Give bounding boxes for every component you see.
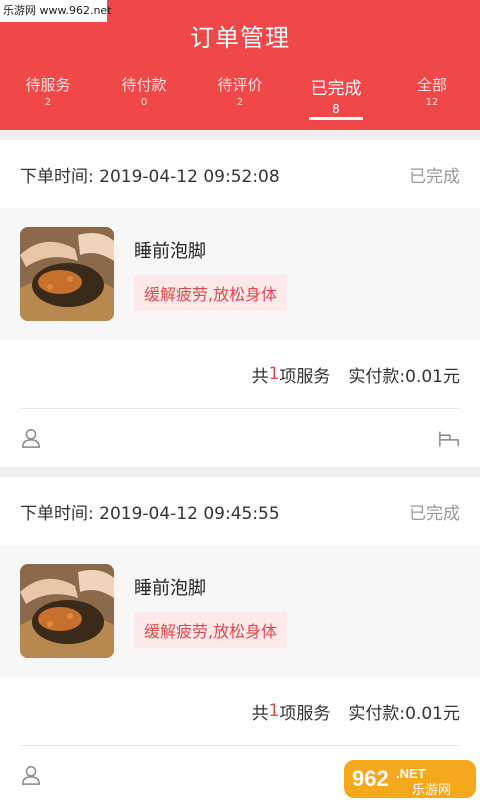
svg-text:.NET: .NET xyxy=(396,766,426,781)
bed-icon[interactable] xyxy=(438,427,460,449)
order-time-label: 下单时间: xyxy=(20,503,94,524)
service-thumbnail xyxy=(20,227,114,321)
tab-count: 2 xyxy=(44,97,52,108)
service-count: 1 xyxy=(268,364,280,384)
tab-label: 全部 xyxy=(416,76,447,94)
order-card[interactable]: 下单时间: 2019-04-12 09:45:55 已完成 睡前泡脚 缓解疲劳,… xyxy=(0,477,480,804)
user-icon[interactable] xyxy=(20,427,42,449)
order-summary: 共 1 项服务 实付款: 0.01元 xyxy=(20,677,460,746)
watermark-logo: 962 .NET 乐游网 xyxy=(344,760,476,798)
pay-amount: 0.01元 xyxy=(405,703,460,724)
service-name: 睡前泡脚 xyxy=(134,578,206,599)
order-time-label: 下单时间: xyxy=(20,166,94,187)
summary-prefix: 共 xyxy=(251,366,269,387)
tab-pending-payment[interactable]: 待付款 0 xyxy=(96,74,192,126)
service-tag: 缓解疲劳,放松身体 xyxy=(134,612,288,648)
tab-count: 0 xyxy=(140,97,148,108)
pay-label: 实付款: xyxy=(348,366,406,387)
svg-text:乐游网: 乐游网 xyxy=(412,783,451,798)
service-count: 1 xyxy=(268,701,280,721)
tab-pending-review[interactable]: 待评价 2 xyxy=(192,74,288,126)
user-icon[interactable] xyxy=(20,764,42,786)
page-title: 订单管理 xyxy=(190,24,290,52)
order-time: 下单时间: 2019-04-12 09:45:55 xyxy=(20,499,280,524)
order-time: 下单时间: 2019-04-12 09:52:08 xyxy=(20,162,280,187)
summary-suffix: 项服务 xyxy=(279,703,331,724)
order-time-value: 2019-04-12 09:45:55 xyxy=(99,503,280,524)
watermark: 乐游网 www.962.net xyxy=(0,0,112,22)
order-tabs: 待服务 2 待付款 0 待评价 2 已完成 8 全部 12 xyxy=(0,74,480,126)
tab-all[interactable]: 全部 12 xyxy=(384,74,480,126)
pay-amount: 0.01元 xyxy=(405,366,460,387)
order-header: 下单时间: 2019-04-12 09:52:08 已完成 xyxy=(0,140,480,208)
order-header: 下单时间: 2019-04-12 09:45:55 已完成 xyxy=(0,477,480,545)
tab-label: 待评价 xyxy=(217,76,263,94)
order-actions xyxy=(0,409,480,467)
summary-suffix: 项服务 xyxy=(279,366,331,387)
tab-count: 8 xyxy=(332,102,340,116)
pay-label: 实付款: xyxy=(348,703,406,724)
tab-label: 待付款 xyxy=(121,76,167,94)
active-tab-indicator xyxy=(309,117,363,120)
tab-pending-service[interactable]: 待服务 2 xyxy=(0,74,96,126)
svg-text:962: 962 xyxy=(352,766,389,791)
order-time-value: 2019-04-12 09:52:08 xyxy=(99,166,280,187)
order-summary: 共 1 项服务 实付款: 0.01元 xyxy=(20,340,460,409)
service-tag: 缓解疲劳,放松身体 xyxy=(134,275,288,311)
service-name: 睡前泡脚 xyxy=(134,241,206,262)
tab-count: 2 xyxy=(236,97,244,108)
tab-count: 12 xyxy=(425,97,439,108)
tab-label: 待服务 xyxy=(25,76,71,94)
order-status: 已完成 xyxy=(409,166,460,187)
summary-prefix: 共 xyxy=(251,703,269,724)
order-card[interactable]: 下单时间: 2019-04-12 09:52:08 已完成 睡前泡脚 缓解疲劳,… xyxy=(0,140,480,467)
service-item[interactable]: 睡前泡脚 缓解疲劳,放松身体 xyxy=(0,208,480,340)
service-thumbnail xyxy=(20,564,114,658)
service-item[interactable]: 睡前泡脚 缓解疲劳,放松身体 xyxy=(0,545,480,677)
tab-label: 已完成 xyxy=(310,79,362,99)
tab-completed[interactable]: 已完成 8 xyxy=(288,74,384,126)
order-status: 已完成 xyxy=(409,503,460,524)
